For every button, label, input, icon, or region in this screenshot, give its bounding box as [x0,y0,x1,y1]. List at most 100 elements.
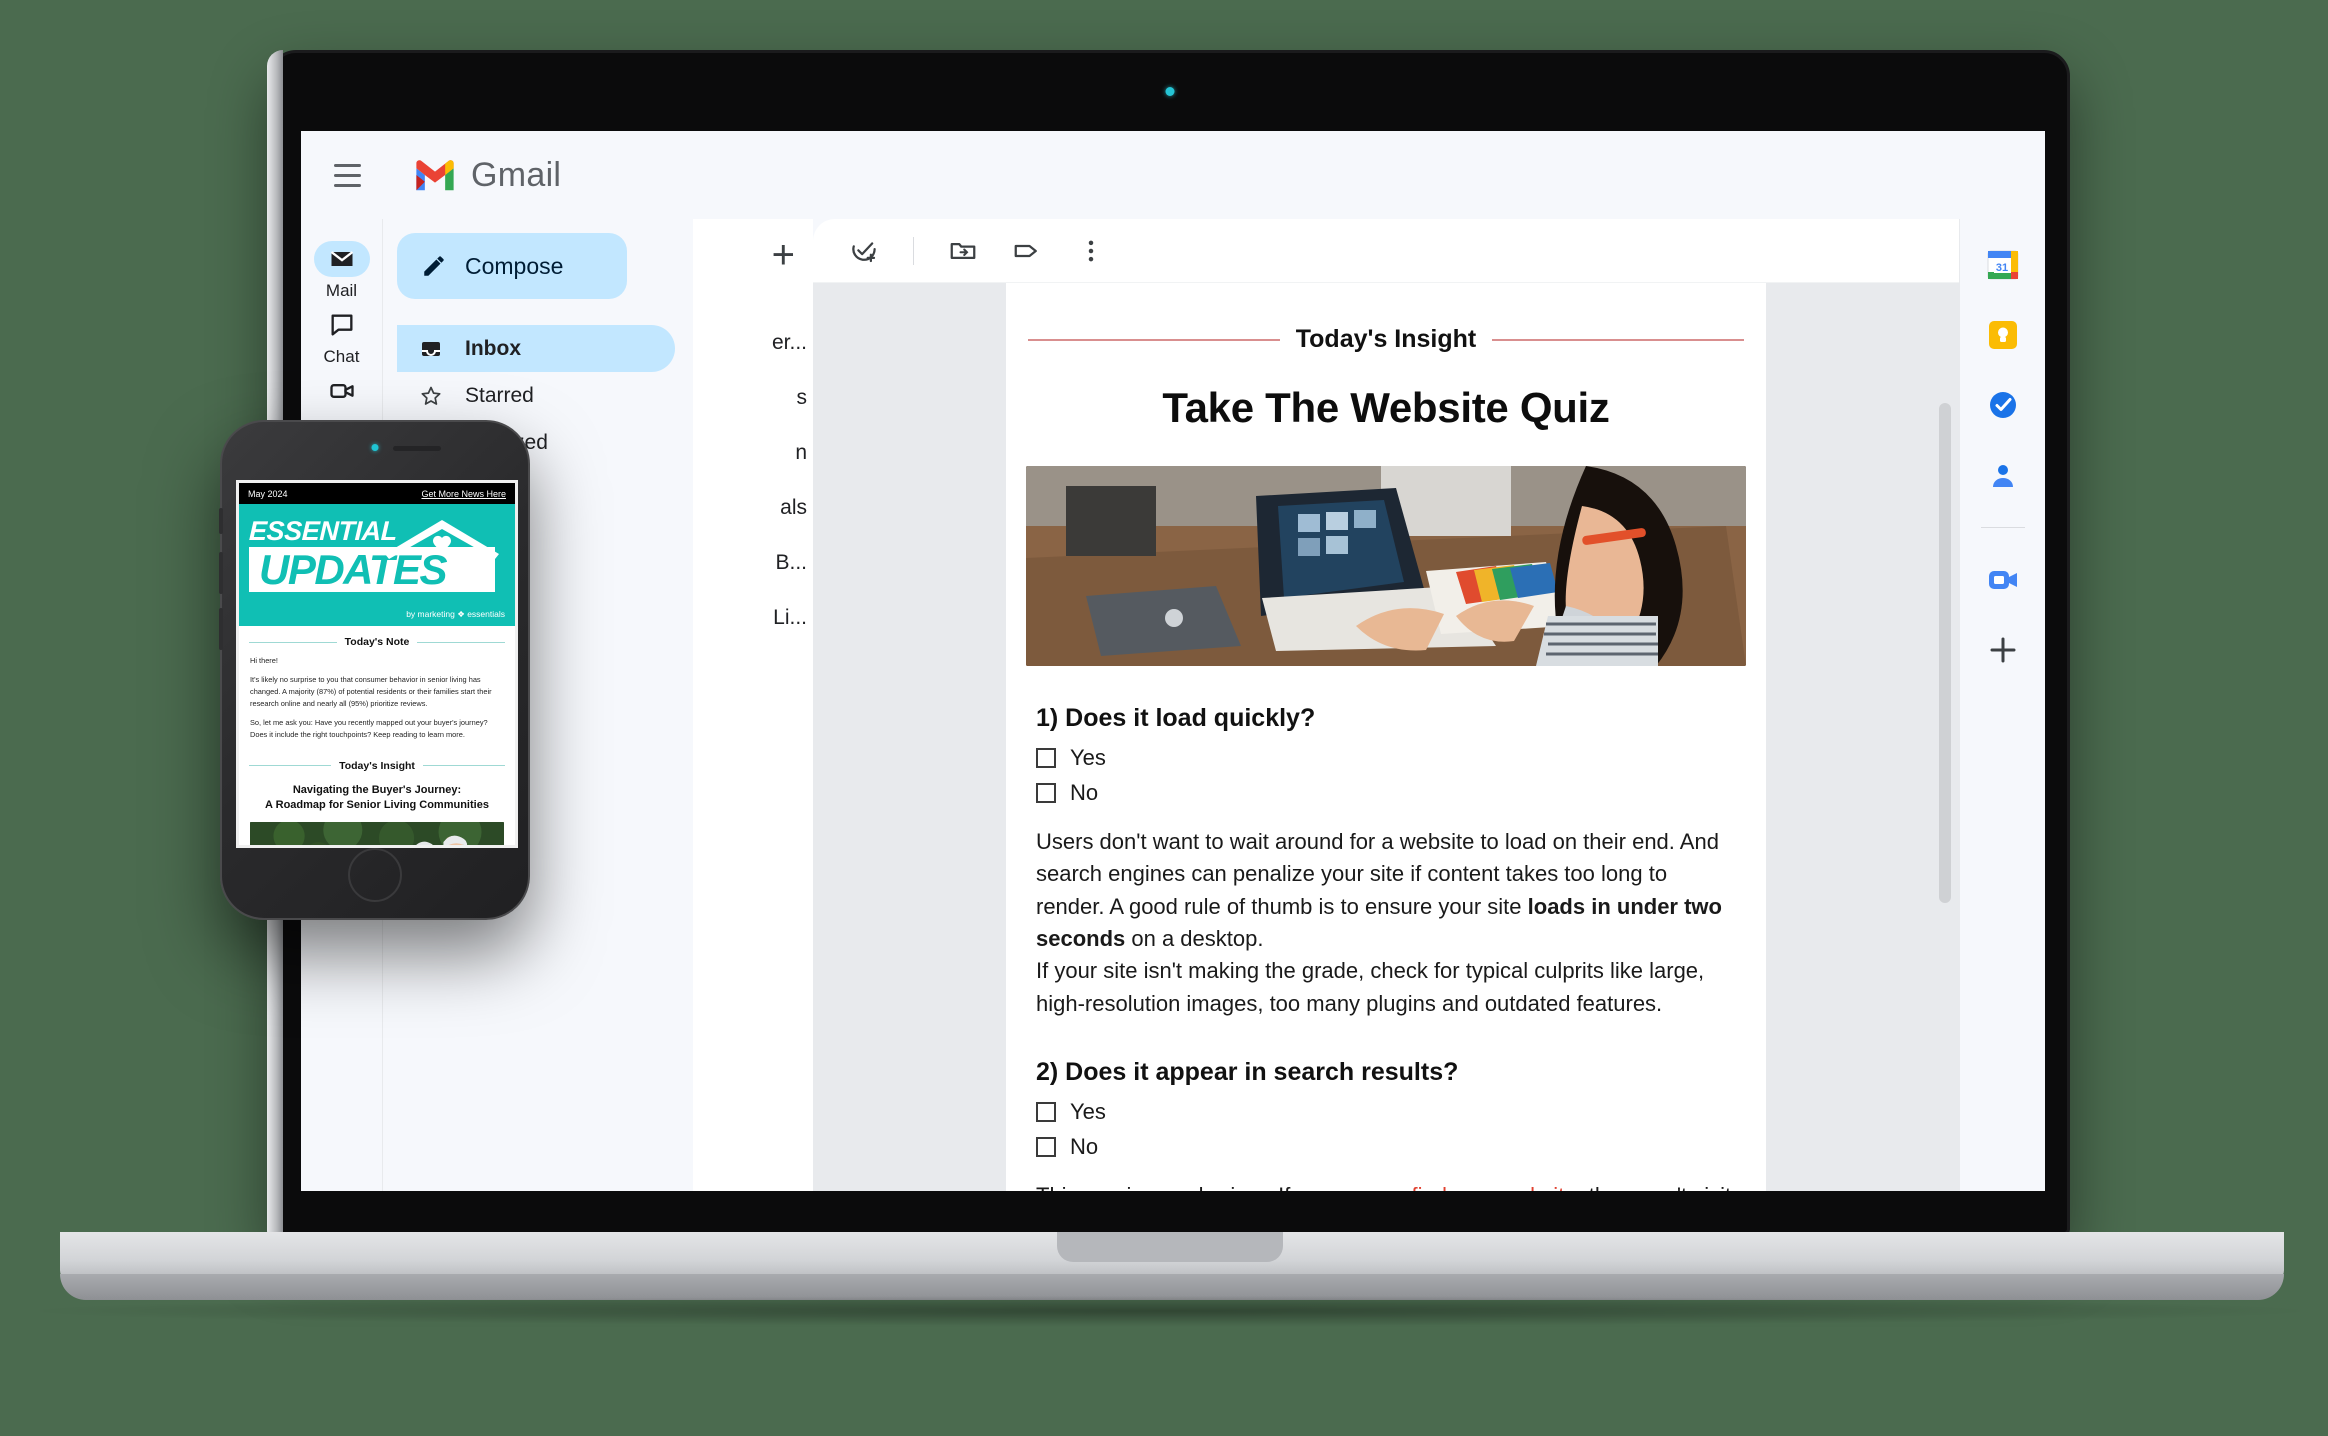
move-to-folder-icon[interactable] [948,236,978,266]
rule-right [422,765,505,767]
option-no[interactable]: No [1036,1134,1736,1160]
phone-screen: May 2024 Get More News Here ESSENTIAL UP… [236,480,518,848]
email-questions: 1) Does it load quickly? Yes No Users do… [1006,704,1766,1191]
sidebar-item-starred[interactable]: Starred [397,372,675,419]
phone-frame: May 2024 Get More News Here ESSENTIAL UP… [219,420,530,920]
para-part-1: This one is a no-brainer. If no one can [1036,1183,1411,1191]
google-calendar-icon[interactable]: 31 [1985,247,2021,283]
add-label-icon[interactable]: + [693,235,813,275]
newsletter-banner: ESSENTIAL UPDATES by marketing ❖ essenti… [239,504,515,626]
checkbox-icon[interactable] [1036,783,1056,803]
gmail-m-icon [416,160,454,191]
compose-button[interactable]: Compose [397,233,627,299]
apps-divider [1980,527,2025,528]
hero-illustration [1026,466,1746,666]
phone-home-button[interactable] [348,848,402,902]
eyebrow-text: Today's Insight [1295,325,1477,353]
more-options-icon[interactable] [1076,236,1106,266]
option-yes[interactable]: Yes [1036,745,1736,771]
option-no[interactable]: No [1036,780,1736,806]
rail-item-chat[interactable]: Chat [306,307,378,367]
phone-volume-down-button[interactable] [219,608,223,650]
add-to-tasks-icon[interactable] [849,236,879,266]
sidebar-label-inbox: Inbox [465,336,521,360]
newsletter-topbar: May 2024 Get More News Here [239,483,515,504]
add-apps-icon[interactable] [1985,632,2021,668]
gmail-body: Mail Chat Compose Inbox Starred + er... … [301,219,2045,1191]
question-heading: 1) Does it load quickly? [1036,704,1316,732]
para-after: on a desktop. [1125,925,1264,951]
gmail-logo[interactable]: Gmail [413,156,561,195]
hero-image [1026,466,1746,666]
option-label: Yes [1070,745,1106,770]
list-item[interactable]: er... [693,315,813,370]
question-paragraph-1: Users don't want to wait around for a we… [1036,826,1736,1020]
laptop-base-notch [1057,1232,1283,1262]
google-keep-icon[interactable] [1985,317,2021,353]
label-tag-icon[interactable] [1012,236,1042,266]
list-item[interactable]: s [693,370,813,425]
google-tasks-icon[interactable] [1985,387,2021,423]
chat-bubble-icon [331,314,352,336]
phone-mute-button[interactable] [219,508,223,534]
smartphone-device: May 2024 Get More News Here ESSENTIAL UP… [219,420,530,920]
checkbox-icon[interactable] [1036,1101,1056,1122]
email-body: Today's Insight Take The Website Quiz 1)… [1006,283,1766,1191]
checkbox-icon[interactable] [1036,1136,1056,1157]
note-eyebrow-text: Today's Note [344,636,410,648]
phone-volume-up-button[interactable] [219,552,223,594]
insight-title: Navigating the Buyer's Journey: A Roadma… [239,783,515,813]
inbox-icon [422,341,440,356]
toolbar-divider [913,236,914,265]
google-contacts-icon[interactable] [1985,457,2021,493]
list-item[interactable]: Li... [693,590,813,645]
rule-right [1492,338,1744,341]
insight-title-line-2: A Roadmap for Senior Living Communities [265,798,489,811]
rule-left [249,765,332,767]
get-more-news-link[interactable]: Get More News Here [421,489,506,499]
gmail-message-list: + er... s n als B... Li... [693,219,813,1191]
note-greeting: Hi there! [250,656,278,665]
rail-label-chat: Chat [323,347,360,366]
email-canvas: Today's Insight Take The Website Quiz 1)… [813,283,1959,1191]
note-eyebrow: Today's Note [239,626,515,648]
list-item[interactable]: n [693,425,813,480]
laptop-lid: Gmail Mail Chat Compose Inbox Starred + … [267,50,2070,1235]
google-meet-icon[interactable] [1985,562,2021,598]
rule-left [1028,338,1280,341]
option-label: No [1070,780,1099,805]
banner-byline: by marketing ❖ essentials [406,609,505,619]
question-block-2: 2) Does it appear in search results? Yes… [1036,1058,1736,1191]
laptop-shadow [40,1296,2300,1326]
list-item[interactable]: B... [693,535,813,590]
question-block-1: 1) Does it load quickly? Yes No Users do… [1036,704,1736,1020]
phone-front-camera-icon [371,444,379,451]
checkbox-icon[interactable] [1036,748,1056,768]
compose-label: Compose [465,252,564,279]
banner-line-1: ESSENTIAL [248,516,398,546]
question-heading: 2) Does it appear in search results? [1036,1057,1459,1086]
email-title: Take The Website Quiz [1162,384,1610,431]
note-paragraph-2: So, let me ask you: Have you recently ma… [250,717,488,739]
sidebar-label-starred: Starred [465,383,534,407]
para-second: If your site isn't making the grade, che… [1036,958,1705,1016]
rail-item-mail[interactable]: Mail [306,241,378,301]
insight-image [250,821,504,845]
sidebar-item-inbox[interactable]: Inbox [397,325,675,372]
senior-couple-illustration [250,821,504,845]
email-toolbar [813,219,1959,283]
laptop-webcam-icon [1165,87,1175,96]
svg-text:31: 31 [1995,262,2007,274]
hamburger-menu-icon[interactable] [325,153,369,197]
email-scrollbar[interactable] [1939,403,1951,903]
note-paragraph-1: It's likely no surprise to you that cons… [250,674,492,708]
find-your-website-link[interactable]: find your website [1411,1183,1576,1191]
rail-item-meet[interactable] [306,373,378,409]
insight-title-line-1: Navigating the Buyer's Journey: [292,783,462,796]
rule-left [249,641,337,643]
option-label: No [1070,1133,1099,1159]
option-yes[interactable]: Yes [1036,1099,1736,1125]
pencil-icon [424,256,444,276]
insight-eyebrow-text: Today's Insight [339,759,415,772]
list-item[interactable]: als [693,480,813,535]
